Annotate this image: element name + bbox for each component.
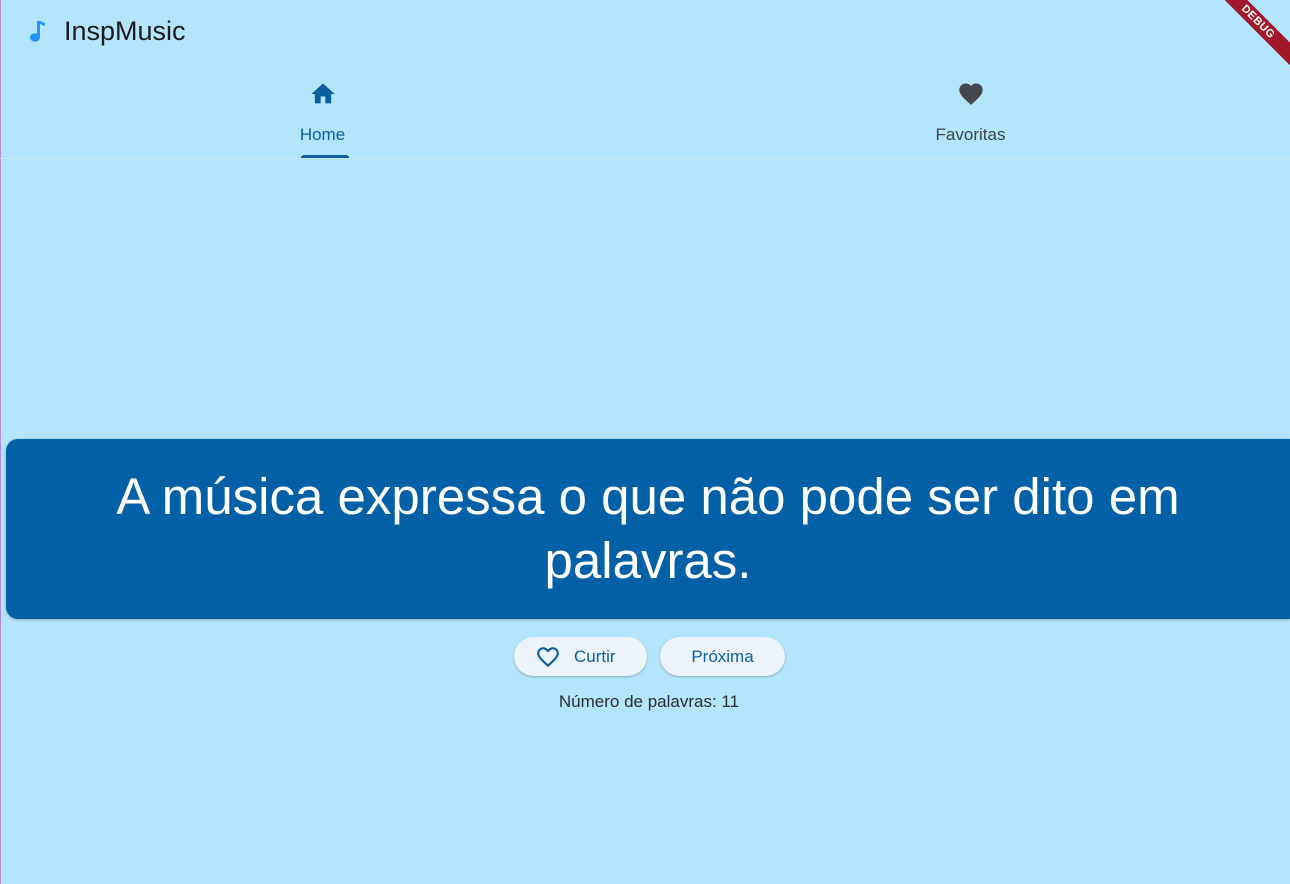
heart-icon — [958, 83, 983, 105]
quote-text: A música expressa o que não pode ser dit… — [116, 468, 1180, 589]
app-title: InspMusic — [64, 16, 186, 46]
like-button-label: Curtir — [574, 647, 616, 666]
actions-row: Curtir Próxima — [0, 637, 1290, 677]
home-icon — [310, 83, 335, 104]
tab-home-label: Home — [299, 125, 346, 144]
tab-divider — [0, 158, 1290, 159]
tab-favoritas-label: Favoritas — [935, 125, 1006, 144]
tab-bar: Home Favoritas — [0, 64, 1290, 159]
tab-favoritas[interactable]: Favoritas — [648, 64, 1290, 159]
next-button[interactable]: Próxima — [660, 637, 785, 676]
heart-outline-icon — [537, 647, 559, 668]
word-count-text: Número de palavras: 11 — [558, 692, 740, 711]
app-bar: InspMusic — [0, 0, 1290, 64]
quote-card: A música expressa o que não pode ser dit… — [6, 439, 1290, 619]
music-note-icon — [30, 21, 45, 42]
tab-home[interactable]: Home — [0, 64, 645, 159]
like-button[interactable]: Curtir — [514, 637, 647, 676]
